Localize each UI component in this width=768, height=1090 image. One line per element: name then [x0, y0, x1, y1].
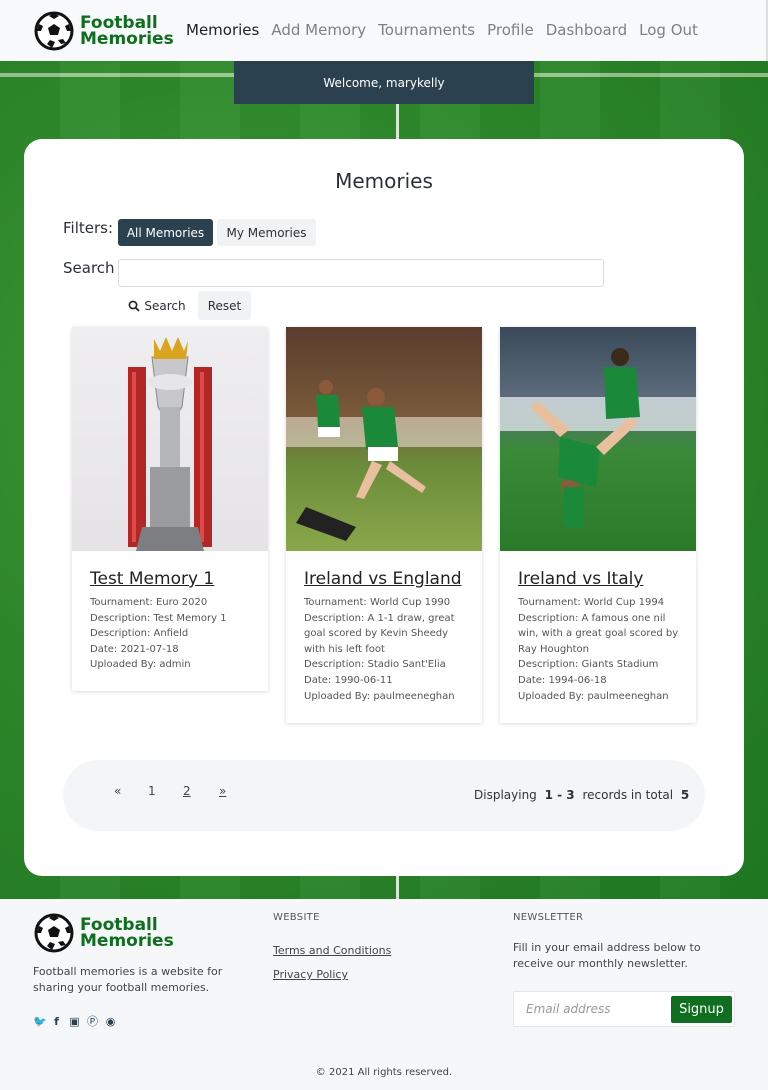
footer-brand-logo[interactable]: Football Memories: [34, 913, 174, 953]
pagination-prev[interactable]: «: [114, 784, 121, 798]
display-total: 5: [680, 788, 690, 802]
newsletter-text: Fill in your email address below to rece…: [513, 941, 701, 970]
facebook-icon[interactable]: f: [51, 1016, 62, 1027]
newsletter-heading: NEWSLETTER: [513, 912, 584, 923]
reset-button[interactable]: Reset: [198, 291, 251, 320]
memory-title-link[interactable]: Test Memory 1: [90, 569, 214, 589]
memory-card[interactable]: Test Memory 1 Tournament: Euro 2020 Desc…: [72, 327, 268, 691]
nav-tournaments[interactable]: Tournaments: [378, 21, 475, 39]
newsletter-form: Email address Signup: [513, 991, 735, 1027]
memory-card[interactable]: Ireland vs Italy Tournament: World Cup 1…: [500, 327, 696, 723]
memory-detail-line: Tournament: World Cup 1990: [304, 597, 451, 608]
match-illustration: [286, 380, 482, 541]
memory-detail-line: Description: A 1-1 draw, great goal scor…: [304, 612, 455, 655]
footer-description: Football memories is a website for shari…: [33, 965, 223, 994]
memories-panel: Memories Filters: All Memories My Memori…: [24, 139, 744, 876]
memory-detail-line: Date: 1994-06-18: [518, 674, 607, 686]
nav-log-out[interactable]: Log Out: [639, 21, 698, 39]
welcome-banner: Welcome, marykelly: [234, 61, 534, 104]
search-button[interactable]: Search: [120, 291, 194, 320]
memory-detail-line: Uploaded By: paulmeeneghan: [518, 690, 669, 702]
footer: Football Memories Football memories is a…: [0, 899, 768, 1090]
terms-link[interactable]: Terms and Conditions: [273, 944, 391, 957]
display-range: 1 - 3: [544, 788, 575, 802]
memory-details: Tournament: World Cup 1990 Description: …: [304, 595, 472, 704]
nav-memories[interactable]: Memories: [186, 21, 259, 39]
brand-line2: Memories: [80, 29, 174, 49]
memory-title-link[interactable]: Ireland vs Italy: [518, 569, 643, 589]
display-mid: records in total: [582, 788, 674, 802]
memory-detail-line: Description: Anfield: [90, 628, 189, 640]
football-icon: [34, 913, 74, 953]
display-prefix: Displaying: [474, 788, 537, 802]
page-title: Memories: [335, 169, 433, 193]
nav-add-memory[interactable]: Add Memory: [271, 21, 366, 39]
website-heading: WEBSITE: [273, 912, 320, 923]
memory-detail-line: Description: Test Memory 1: [90, 612, 227, 624]
nav-dashboard[interactable]: Dashboard: [546, 21, 627, 39]
records-display: Displaying 1 - 3 records in total 5: [474, 788, 693, 802]
match-illustration: [500, 348, 696, 527]
memory-card[interactable]: Ireland vs England Tournament: World Cup…: [286, 327, 482, 723]
filter-my-memories-button[interactable]: My Memories: [217, 219, 316, 246]
privacy-link[interactable]: Privacy Policy: [273, 968, 348, 981]
footer-brand-line2: Memories: [80, 931, 174, 951]
copyright: © 2021 All rights reserved.: [315, 1067, 453, 1078]
memory-image-ireland-italy[interactable]: [500, 327, 696, 551]
trophy-illustration: [128, 337, 212, 551]
memory-detail-line: Tournament: Euro 2020: [90, 597, 208, 608]
email-input[interactable]: Email address: [526, 1002, 611, 1016]
memory-detail-line: Description: A famous one nil win, with …: [518, 612, 679, 655]
snapchat-icon[interactable]: ◉: [105, 1016, 116, 1027]
memory-image-ireland-england[interactable]: [286, 327, 482, 551]
instagram-icon[interactable]: ▣: [69, 1016, 80, 1027]
search-label: Search: [63, 259, 115, 277]
football-icon: [34, 11, 74, 51]
signup-button[interactable]: Signup: [671, 996, 732, 1023]
memory-detail-line: Date: 1990-06-11: [304, 674, 393, 686]
memory-detail-line: Description: Stadio Sant'Elia: [304, 659, 446, 671]
pinterest-icon[interactable]: Ⓟ: [87, 1016, 98, 1027]
nav-profile[interactable]: Profile: [487, 21, 534, 39]
search-button-label: Search: [144, 298, 186, 313]
memory-detail-line: Description: Giants Stadium: [518, 659, 659, 671]
filter-all-memories-button[interactable]: All Memories: [118, 219, 213, 246]
memory-details: Tournament: Euro 2020 Description: Test …: [90, 595, 258, 673]
memory-title-link[interactable]: Ireland vs England: [304, 569, 462, 589]
social-links: 🐦 f ▣ Ⓟ ◉: [33, 1016, 123, 1027]
twitter-icon[interactable]: 🐦: [33, 1016, 47, 1027]
memory-details: Tournament: World Cup 1994 Description: …: [518, 595, 686, 704]
memory-image-trophy[interactable]: [72, 327, 268, 551]
memory-detail-line: Tournament: World Cup 1994: [518, 597, 665, 608]
pagination-page-2[interactable]: 2: [183, 784, 191, 798]
nav-menu: Memories Add Memory Tournaments Profile …: [186, 21, 710, 39]
search-icon: [128, 300, 141, 312]
navbar: Football Memories Memories Add Memory To…: [0, 0, 768, 61]
search-input[interactable]: [118, 259, 604, 287]
memory-detail-line: Date: 2021-07-18: [90, 643, 179, 655]
memory-detail-line: Uploaded By: paulmeeneghan: [304, 690, 455, 702]
brand-logo[interactable]: Football Memories: [34, 11, 174, 51]
pagination-page-1[interactable]: 1: [148, 784, 156, 798]
pagination-bar: « 1 2 » Displaying 1 - 3 records in tota…: [63, 760, 705, 831]
memory-detail-line: Uploaded By: admin: [90, 659, 191, 671]
filters-label: Filters:: [63, 219, 114, 237]
pagination-next[interactable]: »: [219, 784, 226, 798]
